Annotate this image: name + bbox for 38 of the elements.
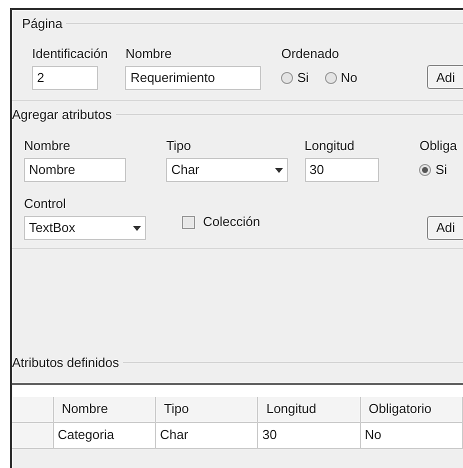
input-field[interactable]: Nombre bbox=[24, 158, 126, 182]
radio-label: No bbox=[340, 68, 358, 87]
table-cell: Char bbox=[156, 422, 258, 448]
column-header[interactable]: Tipo bbox=[156, 396, 258, 422]
radio-button[interactable] bbox=[419, 164, 432, 176]
radio-label: Si bbox=[435, 161, 448, 180]
table-cell: No bbox=[360, 422, 463, 448]
field-label: Nombre bbox=[24, 138, 72, 154]
checkbox[interactable] bbox=[182, 216, 195, 228]
dropdown-caret-icon bbox=[133, 226, 141, 230]
group-title: Atributos definidos bbox=[12, 354, 119, 372]
dropdown-caret-icon bbox=[275, 168, 284, 172]
table-cell: 30 bbox=[258, 422, 361, 448]
radio-button[interactable] bbox=[281, 72, 294, 84]
radio-label: Si bbox=[297, 68, 309, 87]
add-button[interactable]: Adi bbox=[427, 65, 463, 90]
input-field[interactable]: 30 bbox=[304, 158, 379, 182]
input-field[interactable]: 2 bbox=[32, 66, 98, 90]
row-header-cell[interactable] bbox=[12, 422, 54, 448]
field-label: Control bbox=[24, 196, 67, 212]
field-label: Identificación bbox=[32, 46, 109, 62]
group-title: Agregar atributos bbox=[12, 106, 112, 124]
column-header[interactable]: Obligatorio bbox=[360, 396, 463, 422]
table-cell: Categoria bbox=[54, 422, 156, 448]
dropdown-field[interactable]: TextBox bbox=[24, 216, 146, 240]
column-header[interactable]: Longitud bbox=[258, 396, 361, 422]
field-label: Ordenado bbox=[281, 46, 340, 62]
group-title: Página bbox=[22, 15, 62, 33]
input-field[interactable]: Requerimiento bbox=[125, 66, 262, 90]
field-label: Longitud bbox=[304, 138, 356, 154]
field-label: Tipo bbox=[166, 138, 192, 154]
radio-button[interactable] bbox=[324, 72, 337, 84]
dropdown-field[interactable]: Char bbox=[166, 158, 288, 182]
field-label: Obliga bbox=[419, 138, 458, 154]
field-label: Nombre bbox=[125, 46, 173, 62]
add-button[interactable]: Adi bbox=[427, 216, 463, 240]
column-header[interactable]: Nombre bbox=[54, 396, 156, 422]
checkbox-label: Colección bbox=[203, 213, 260, 232]
